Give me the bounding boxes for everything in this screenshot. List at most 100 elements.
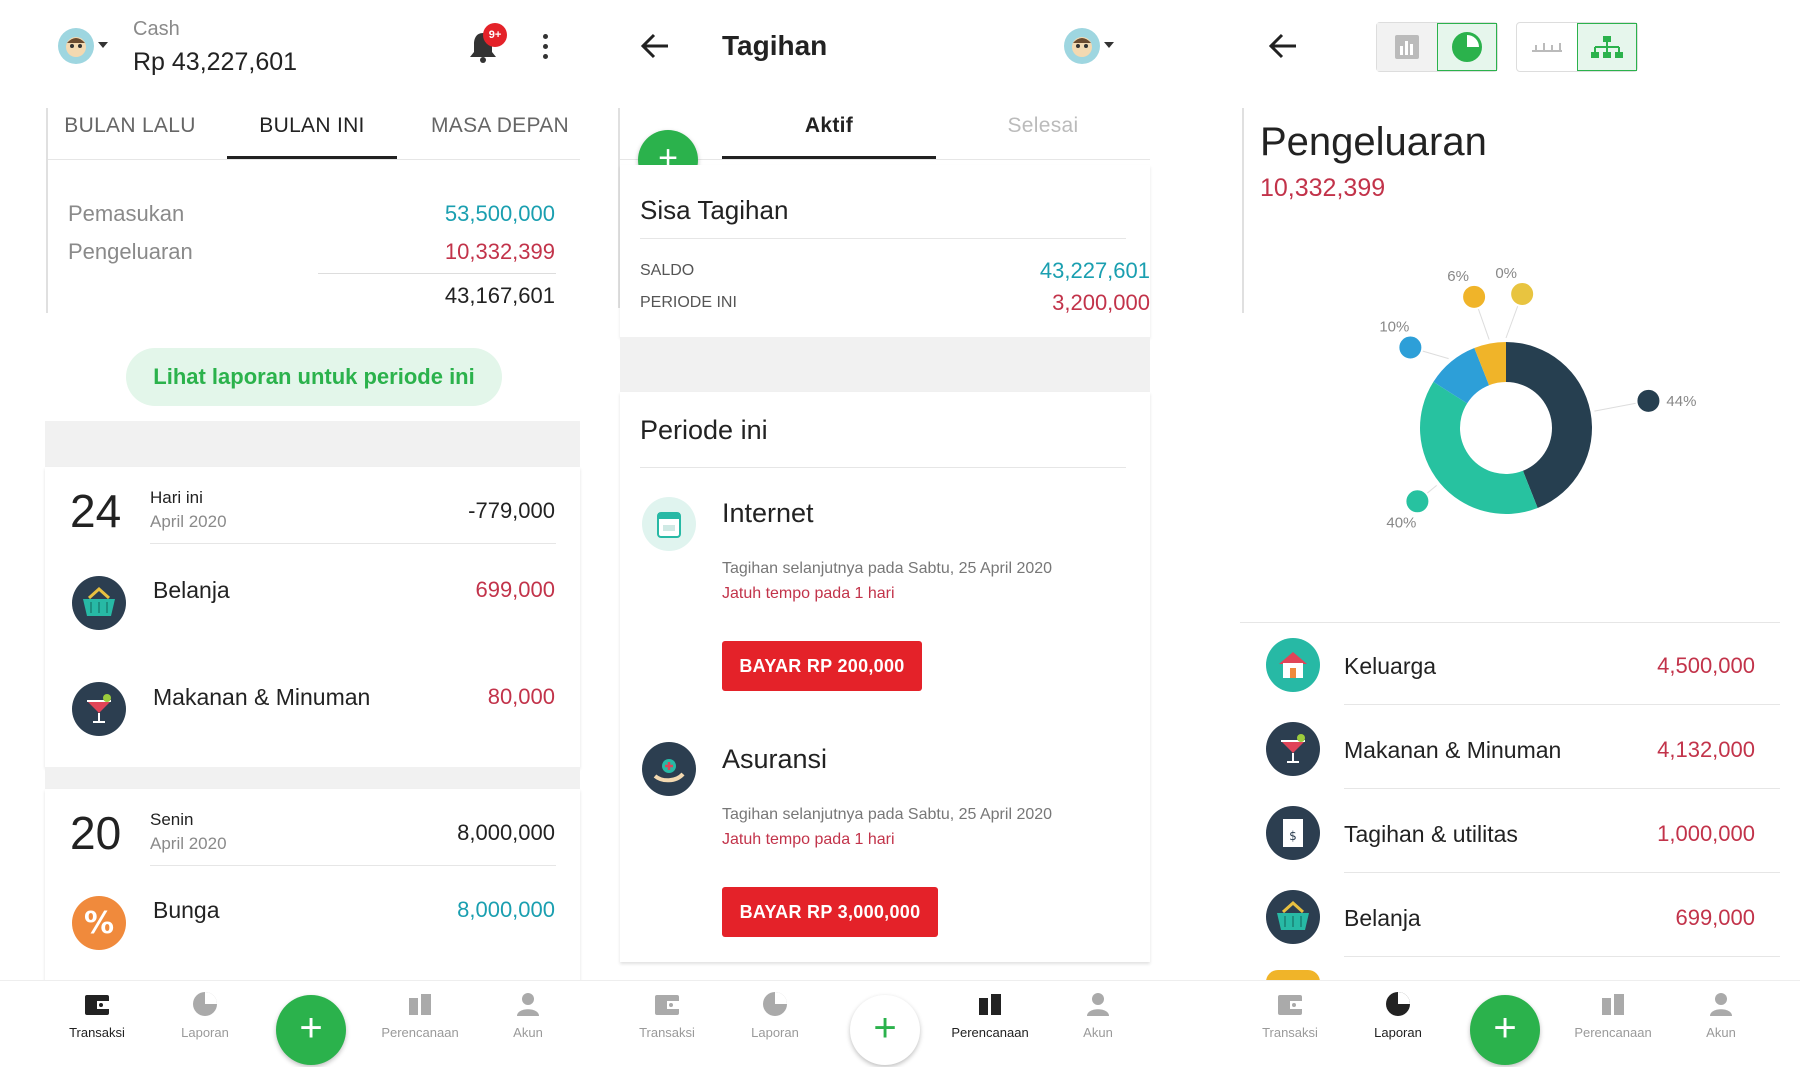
nav-reports[interactable]: Laporan <box>1353 989 1443 1040</box>
category-amount: 699,000 <box>1675 905 1755 930</box>
item-name: Bunga <box>153 897 220 923</box>
report-title: Pengeluaran <box>1260 120 1487 164</box>
category-marker-icon <box>1404 488 1431 515</box>
nav-account[interactable]: Akun <box>1676 989 1766 1040</box>
bill-due: Jatuh tempo pada 1 hari <box>722 585 895 602</box>
nav-planning[interactable]: Perencanaan <box>1568 989 1658 1040</box>
nav-label: Akun <box>1083 1025 1113 1040</box>
nav-label: Perencanaan <box>951 1025 1029 1040</box>
wallet-dropdown-icon[interactable] <box>1104 42 1114 48</box>
bills-panel: Tagihan Aktif Selesai + Sisa Tagihan SAL… <box>600 0 1180 1067</box>
section-divider <box>640 467 1126 468</box>
item-amount: 80,000 <box>487 684 555 709</box>
nav-account[interactable]: Akun <box>1053 989 1143 1040</box>
more-menu-icon[interactable] <box>543 34 549 59</box>
pay-insurance-button[interactable]: BAYAR RP 3,000,000 <box>722 887 938 937</box>
day-total: -779,000 <box>468 498 555 523</box>
back-arrow-icon[interactable] <box>1268 32 1298 65</box>
nav-transactions[interactable]: Transaksi <box>52 989 142 1040</box>
nav-account[interactable]: Akun <box>483 989 573 1040</box>
person-icon <box>517 993 539 1016</box>
nav-reports[interactable]: Laporan <box>730 989 820 1040</box>
category-name: Tagihan & utilitas <box>1344 821 1518 847</box>
percent-label: 0% <box>1495 265 1517 282</box>
pie-chart-toggle-icon[interactable] <box>1437 23 1497 71</box>
nav-label: Laporan <box>751 1025 799 1040</box>
day-total: 8,000,000 <box>457 820 555 845</box>
expense-value: 10,332,399 <box>444 239 555 264</box>
pay-internet-button[interactable]: BAYAR RP 200,000 <box>722 641 922 691</box>
tabs-divider <box>620 159 1150 160</box>
flat-view-toggle-icon[interactable] <box>1517 23 1577 71</box>
category-marker-icon <box>1509 280 1536 307</box>
page-title: Tagihan <box>722 30 828 61</box>
bill-name: Internet <box>722 498 814 528</box>
wallet-dropdown-icon[interactable] <box>98 42 108 48</box>
nav-label: Transaksi <box>69 1025 125 1040</box>
planning-icon <box>979 994 1001 1015</box>
nav-planning[interactable]: Perencanaan <box>375 989 465 1040</box>
item-name: Makanan & Minuman <box>153 684 371 710</box>
basket-icon <box>1266 890 1320 944</box>
person-icon <box>1087 993 1109 1016</box>
wallet-avatar-icon[interactable] <box>1064 28 1100 64</box>
nav-reports[interactable]: Laporan <box>160 989 250 1040</box>
view-mode-toggle <box>1516 22 1638 72</box>
section-gap <box>45 421 580 467</box>
view-report-button[interactable]: Lihat laporan untuk periode ini <box>126 348 502 406</box>
bill-next-date: Tagihan selanjutnya pada Sabtu, 25 April… <box>722 806 1053 823</box>
item-amount: 699,000 <box>475 577 555 602</box>
period-label: PERIODE INI <box>640 294 737 311</box>
wallet-label: Cash <box>133 18 180 40</box>
percent-label: 44% <box>1666 393 1696 410</box>
wallet-avatar-icon[interactable] <box>58 28 94 64</box>
add-transaction-button[interactable]: + <box>850 995 920 1065</box>
tab-active[interactable]: Aktif <box>722 114 936 138</box>
item-name: Belanja <box>153 577 230 603</box>
row-divider <box>1344 704 1780 705</box>
day-label: Hari ini <box>150 488 203 507</box>
nav-transactions[interactable]: Transaksi <box>622 989 712 1040</box>
row-divider <box>1344 956 1780 957</box>
nav-transactions[interactable]: Transaksi <box>1245 989 1335 1040</box>
summary-total: 43,167,601 <box>444 283 555 308</box>
svg-text:$: $ <box>1289 829 1297 843</box>
tab-last-month[interactable]: BULAN LALU <box>55 114 205 138</box>
period-value: 3,200,000 <box>1052 290 1150 315</box>
insurance-icon <box>642 742 696 796</box>
bill-icon: $ <box>1266 806 1320 860</box>
bar-chart-toggle-icon[interactable] <box>1377 23 1437 71</box>
back-arrow-icon[interactable] <box>640 32 670 65</box>
percent-label: 10% <box>1379 319 1409 336</box>
router-icon <box>642 497 696 551</box>
nav-label: Akun <box>1706 1025 1736 1040</box>
day-divider <box>150 865 556 866</box>
nav-label: Perencanaan <box>1574 1025 1652 1040</box>
saldo-label: SALDO <box>640 262 695 279</box>
nav-label: Transaksi <box>1262 1025 1318 1040</box>
planning-icon <box>409 994 431 1015</box>
day-label: Senin <box>150 810 194 829</box>
tabs-left-edge <box>46 108 48 313</box>
tab-this-month[interactable]: BULAN INI <box>227 114 397 138</box>
category-amount: 1,000,000 <box>1657 821 1755 846</box>
nav-planning[interactable]: Perencanaan <box>945 989 1035 1040</box>
day-month: April 2020 <box>150 834 227 853</box>
donut-slice[interactable] <box>1420 381 1538 514</box>
bottom-nav: Transaksi Laporan + Perencanaan Akun <box>0 980 600 1067</box>
add-transaction-button[interactable]: + <box>1470 995 1540 1065</box>
remaining-title: Sisa Tagihan <box>640 195 789 225</box>
category-name: Makanan & Minuman <box>1344 737 1562 763</box>
nav-label: Laporan <box>181 1025 229 1040</box>
nav-label: Transaksi <box>639 1025 695 1040</box>
category-marker-icon <box>1635 387 1662 414</box>
section-title: Periode ini <box>640 415 768 445</box>
add-transaction-button[interactable]: + <box>276 995 346 1065</box>
tab-future[interactable]: MASA DEPAN <box>420 114 580 138</box>
pie-chart-icon <box>193 992 217 1016</box>
row-divider <box>1344 788 1780 789</box>
category-marker-icon <box>1461 283 1488 310</box>
tree-view-toggle-icon[interactable] <box>1577 23 1637 71</box>
tab-completed[interactable]: Selesai <box>936 114 1150 138</box>
category-amount: 4,500,000 <box>1657 653 1755 678</box>
